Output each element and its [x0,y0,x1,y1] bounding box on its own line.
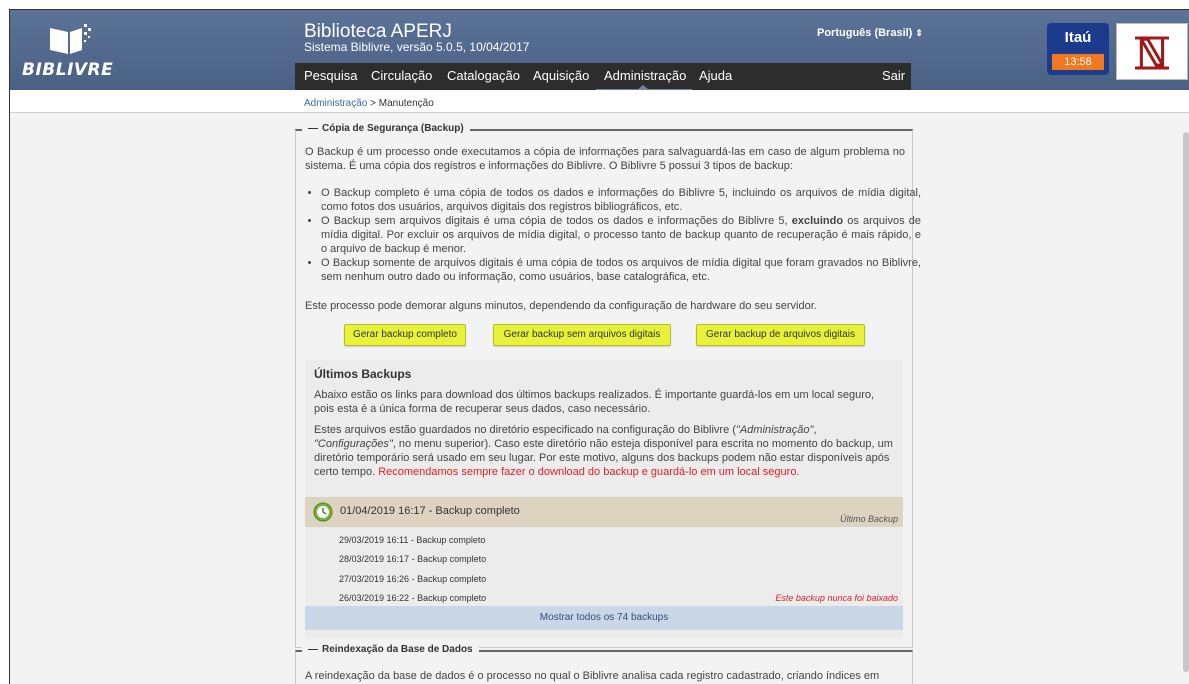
breadcrumb-separator: > [367,98,379,109]
book-logo-icon [50,24,91,54]
menu-ajuda[interactable]: Ajuda [699,68,732,90]
section-legend: — Cópia de Segurança (Backup) [302,123,470,134]
menu-aquisicao[interactable]: Aquisição [533,68,589,90]
backup-row[interactable]: 26/03/2019 16:22 - Backup completo [339,593,486,603]
latest-backup-tag: Último Backup [839,514,898,524]
bank-name: Itaú [1064,29,1092,46]
last-backups-storage-note: Estes arquivos estão guardados no diretó… [314,423,894,479]
digital-only-backup-button[interactable]: Gerar backup de arquivos digitais [696,324,865,346]
backup-clock-icon [313,502,333,522]
section-legend: — Reindexação da Base de Dados [302,644,479,655]
show-all-backups-button[interactable]: Mostrar todos os 74 backups [305,606,903,630]
language-label: Português (Brasil) [817,27,913,39]
backup-row[interactable]: 27/03/2019 16:26 - Backup completo [339,574,486,584]
breadcrumb: Administração > Manutenção [304,98,434,109]
system-version: Sistema Biblivre, versão 5.0.5, 10/04/20… [304,40,530,54]
bullet2-bold: excluindo [791,215,844,227]
storage-admin-ref: "Administração" [735,424,814,436]
last-backups-title: Últimos Backups [314,367,412,381]
bullet2-text-a: O Backup sem arquivos digitais é uma cóp… [321,215,792,227]
backup-types-list: O Backup completo é uma cópia de todos o… [305,186,921,284]
backup-legend-text: Cópia de Segurança (Backup) [322,123,464,134]
no-digital-backup-button[interactable]: Gerar backup sem arquivos digitais [493,324,671,346]
breadcrumb-administracao[interactable]: Administração [304,98,367,109]
last-backups-panel: Últimos Backups Abaixo estão os links pa… [305,360,903,639]
bullet-digital-only: O Backup somente de arquivos digitais é … [321,256,921,284]
storage-sep: , [813,424,817,436]
menu-circulacao[interactable]: Circulação [371,68,432,90]
breadcrumb-bar: Administração > Manutenção [10,90,1189,113]
reindex-description: A reindexação da base de dados é o proce… [305,670,880,682]
nb-monogram-icon: ℕ [1135,33,1169,75]
storage-text-a: Estes arquivos estão guardados no diretó… [314,424,736,436]
reindex-legend-text: Reindexação da Base de Dados [322,644,473,655]
reindex-section: — Reindexação da Base de Dados A reindexa… [295,644,913,684]
full-backup-button[interactable]: Gerar backup completo [344,324,466,346]
backup-intro: O Backup é um processo onde executamos a… [305,146,905,172]
storage-config-ref: "Configurações" [314,438,393,450]
latest-backup-link[interactable]: 01/04/2019 16:17 - Backup completo [340,505,520,517]
logout-link[interactable]: Sair [882,68,905,90]
logo-text: BIBLIVRE [22,60,114,80]
backup-duration-note: Este processo pode demorar alguns minuto… [305,300,817,312]
menu-pesquisa[interactable]: Pesquisa [304,68,357,90]
backup-row[interactable]: 28/03/2019 16:17 - Backup completo [339,554,486,564]
bullet-full-backup: O Backup completo é uma cópia de todos o… [321,186,921,214]
language-select[interactable]: Português (Brasil) ⇕ [817,27,923,39]
latest-backup-row[interactable]: 01/04/2019 16:17 - Backup completo Últim… [305,497,903,527]
biblivre-logo[interactable]: BIBLIVRE [10,10,140,90]
session-clock: 13:58 [1052,54,1104,70]
menu-catalogacao[interactable]: Catalogação [447,68,520,90]
browser-viewport: BIBLIVRE Biblioteca APERJ Sistema Bibliv… [9,9,1189,684]
never-downloaded-warning: Este backup nunca foi baixado [775,593,898,603]
scrollbar-thumb[interactable] [1183,132,1189,672]
itau-badge: Itaú 13:58 [1047,23,1109,75]
select-arrows-icon: ⇕ [915,28,923,38]
breadcrumb-current: Manutenção [378,98,434,109]
storage-recommendation: Recomendamos sempre fazer o download do … [378,466,800,478]
backup-row[interactable]: 29/03/2019 16:11 - Backup completo [339,535,485,545]
app-header: BIBLIVRE Biblioteca APERJ Sistema Bibliv… [10,10,1189,90]
institution-logo: ℕ [1116,23,1188,80]
last-backups-intro: Abaixo estão os links para download dos … [314,389,875,415]
vertical-scrollbar[interactable] [1182,128,1189,684]
backup-section: — Cópia de Segurança (Backup) O Backup é … [295,123,921,648]
main-menu: Pesquisa Circulação Catalogação Aquisiçã… [295,63,911,90]
bullet-no-digital: O Backup sem arquivos digitais é uma cóp… [321,214,921,256]
